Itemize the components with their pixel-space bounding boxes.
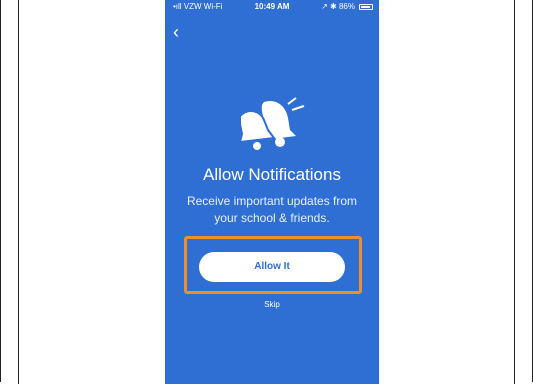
status-battery-text: ↗ ✱ 86%	[321, 2, 355, 11]
status-bar: •ıll VZW Wi-Fi 10:49 AM ↗ ✱ 86%	[165, 0, 379, 14]
column-divider-left	[18, 0, 19, 384]
phone-screen: •ıll VZW Wi-Fi 10:49 AM ↗ ✱ 86% ‹ Allow …	[165, 0, 379, 384]
page-title: Allow Notifications	[203, 165, 341, 184]
battery-icon	[359, 4, 373, 10]
back-button[interactable]: ‹	[173, 22, 193, 42]
bells-icon	[238, 97, 305, 150]
page-subtitle: Receive important updates from your scho…	[186, 194, 358, 225]
skip-link[interactable]: Skip	[165, 300, 379, 309]
column-divider-right	[514, 0, 515, 384]
highlight-box	[184, 236, 362, 294]
chevron-left-icon: ‹	[173, 22, 179, 42]
